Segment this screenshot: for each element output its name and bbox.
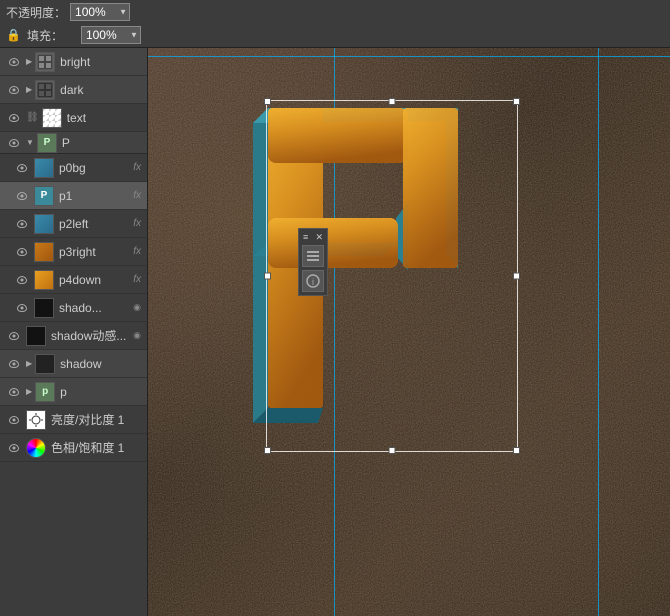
eye-icon-shadow-thumb[interactable] [14,300,30,316]
opacity-input[interactable]: 100% ▼ [70,3,130,21]
layer-p4down[interactable]: p4down fx [0,266,147,294]
eye-icon-p2left[interactable] [14,216,30,232]
eye-icon-bright[interactable] [6,54,22,70]
svg-text:i: i [312,277,314,287]
letter-p-display [248,88,528,471]
layer-P-folder[interactable]: ▼ P P [0,132,147,154]
canvas-area: ≡ ✕ i [148,48,670,616]
layer-p2left[interactable]: p2left fx [0,210,147,238]
opacity-label: 不透明度： [6,4,66,21]
fx-p3right: fx [133,246,141,257]
thumb-text [42,108,62,128]
layers-panel: ▶ bright ▶ dark ⛓ text ▼ P P [0,48,148,616]
mini-btn-layers[interactable] [302,245,324,267]
thumb-bright [35,52,55,72]
layer-p1[interactable]: P p1 fx [0,182,147,210]
layer-name-P: P [62,136,141,150]
layer-p3right[interactable]: p3right fx [0,238,147,266]
thumb-p1: P [34,186,54,206]
layer-name-dark: dark [60,83,141,97]
layer-brightness[interactable]: 亮度/对比度 1 [0,406,147,434]
layer-name-p4down: p4down [59,273,131,287]
guide-horizontal-1 [148,56,670,57]
fill-input[interactable]: 100% ▼ [81,26,141,44]
thumb-p4down [34,270,54,290]
thumb-shadow-group [35,354,55,374]
thumb-P: P [37,133,57,153]
layer-text[interactable]: ⛓ text [0,104,147,132]
eye-icon-brightness[interactable] [6,412,22,428]
eye-icon-P[interactable] [6,135,22,151]
layer-name-brightness: 亮度/对比度 1 [51,411,141,428]
layer-name-p0bg: p0bg [59,161,131,175]
layer-dark[interactable]: ▶ dark [0,76,147,104]
letter-p-svg [248,88,528,468]
mini-panel-header: ≡ ✕ [301,231,325,244]
thumb-p-plain: p [35,382,55,402]
layer-bright[interactable]: ▶ bright [0,48,147,76]
mini-panel-move[interactable]: ≡ [303,232,308,243]
mini-btn-info[interactable]: i [302,270,324,292]
eye-indicator: ◉ [133,302,141,313]
thumb-p3right [34,242,54,262]
eye-indicator2: ◉ [133,330,141,341]
layer-shadow-dong[interactable]: shadow动感... ◉ [0,322,147,350]
lock-icon: 🔒 [6,28,21,42]
eye-icon-hue-sat[interactable] [6,440,22,456]
fill-value: 100% [86,28,117,42]
fill-label: 填充： [27,27,77,44]
eye-icon-shadow-group[interactable] [6,356,22,372]
triangle-p-plain: ▶ [26,387,32,396]
eye-icon-p-plain[interactable] [6,384,22,400]
opacity-arrow: ▼ [119,8,127,17]
eye-icon-p4down[interactable] [14,272,30,288]
eye-icon-p1[interactable] [14,188,30,204]
mini-panel: ≡ ✕ i [298,228,328,296]
layer-hue-sat[interactable]: 色相/饱和度 1 [0,434,147,462]
layer-name-bright: bright [60,55,141,69]
layer-shadow-group[interactable]: ▶ shadow [0,350,147,378]
layer-name-p2left: p2left [59,217,131,231]
fx-p4down: fx [133,274,141,285]
fill-arrow: ▼ [130,31,138,40]
thumb-p0bg [34,158,54,178]
chain-icon-text: ⛓ [26,112,39,123]
layer-shadow-thumb[interactable]: shado... ◉ [0,294,147,322]
layer-name-shadow-thumb: shado... [59,301,131,315]
thumb-p2left [34,214,54,234]
fx-p1: fx [133,190,141,201]
thumb-hue-sat [26,438,46,458]
thumb-dark [35,80,55,100]
layer-name-hue-sat: 色相/饱和度 1 [51,439,141,456]
opacity-row: 不透明度： 100% ▼ [0,1,670,24]
fx-p2left: fx [133,218,141,229]
triangle-shadow: ▶ [26,359,32,368]
layer-name-p1: p1 [59,189,131,203]
layer-name-shadow-dong: shadow动感... [51,327,131,344]
layer-name-p-plain: p [60,385,141,399]
fx-p0bg: fx [133,162,141,173]
thumb-brightness [26,410,46,430]
eye-icon-dark[interactable] [6,82,22,98]
eye-icon-p3right[interactable] [14,244,30,260]
thumb-shadow-dong [26,326,46,346]
layer-name-shadow-group: shadow [60,357,141,371]
opacity-value: 100% [75,5,106,19]
layer-p-plain[interactable]: ▶ p p [0,378,147,406]
mini-panel-close[interactable]: ✕ [315,232,323,243]
layer-name-text: text [67,111,141,125]
eye-icon-text[interactable] [6,110,22,126]
triangle-dark: ▶ [26,85,32,94]
eye-icon-shadow-dong[interactable] [6,328,22,344]
triangle-P: ▼ [26,138,34,147]
fill-row: 🔒 填充： 100% ▼ [0,24,670,47]
triangle-bright: ▶ [26,57,32,66]
guide-vertical-2 [598,48,599,616]
eye-icon-p0bg[interactable] [14,160,30,176]
top-toolbar: 不透明度： 100% ▼ 🔒 填充： 100% ▼ [0,0,670,48]
layer-name-p3right: p3right [59,245,131,259]
thumb-shadow-thumb [34,298,54,318]
layer-p0bg[interactable]: p0bg fx [0,154,147,182]
